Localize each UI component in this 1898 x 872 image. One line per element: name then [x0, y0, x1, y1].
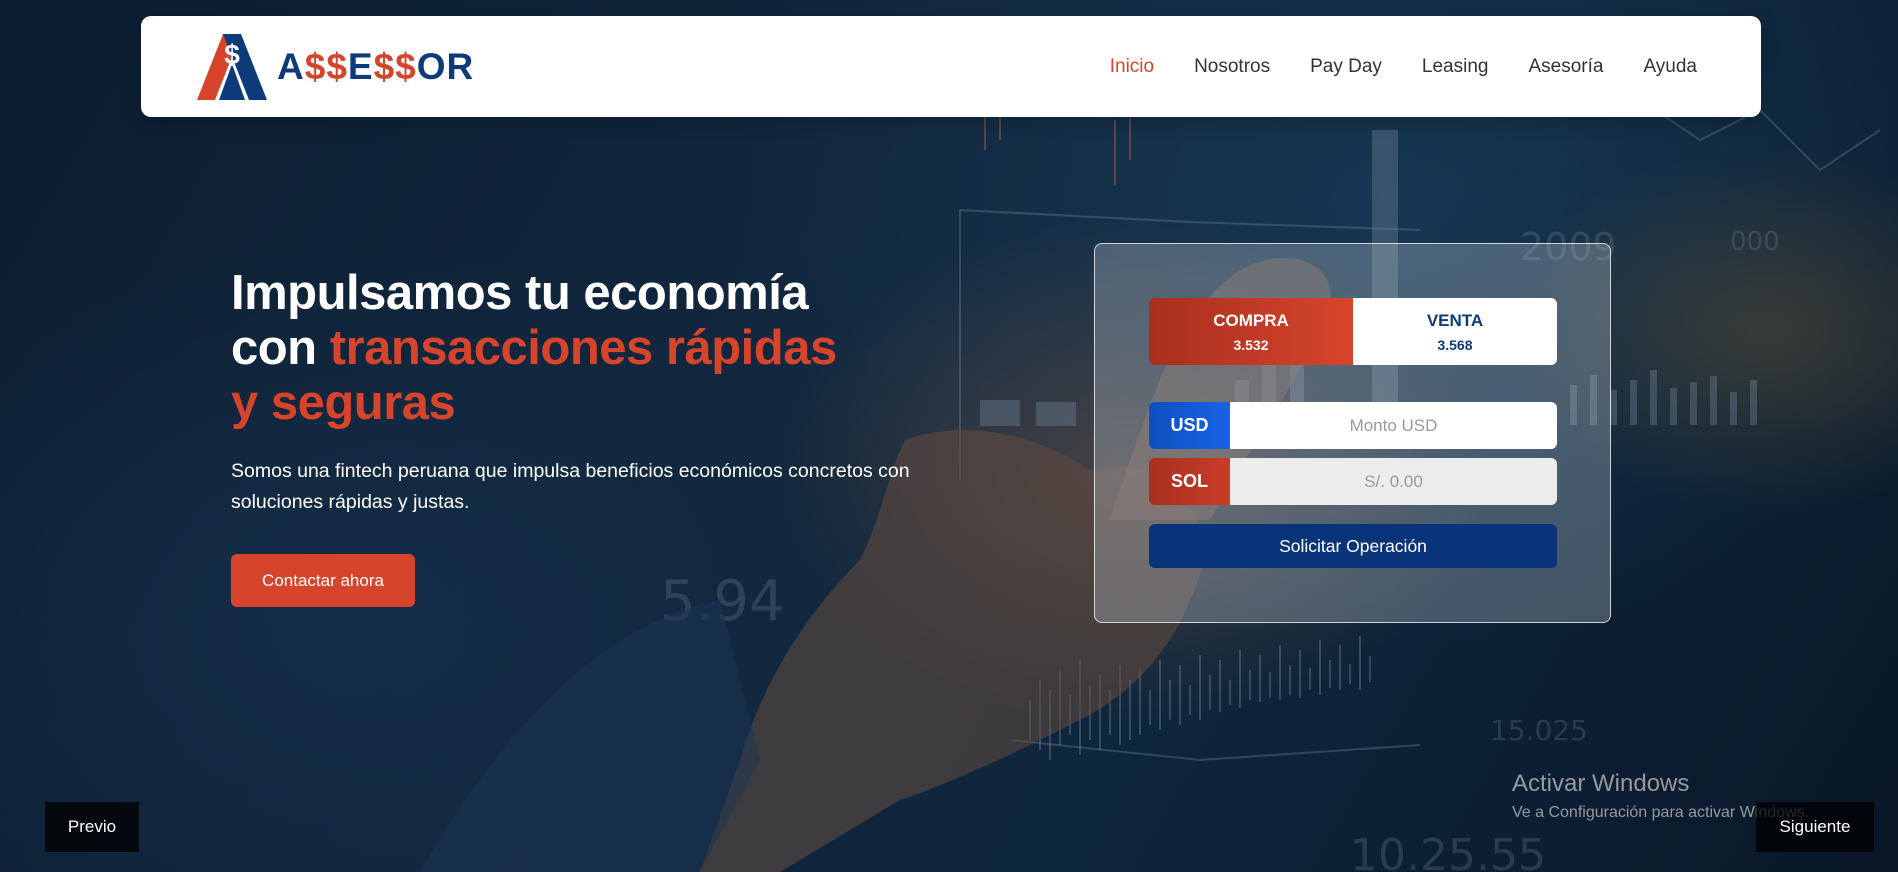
- sol-currency-label: SOL: [1149, 458, 1230, 505]
- contact-now-button[interactable]: Contactar ahora: [231, 554, 415, 607]
- usd-field-group: USD: [1149, 402, 1557, 449]
- carousel-prev-button[interactable]: Previo: [45, 802, 139, 852]
- venta-rate: 3.568: [1437, 336, 1473, 353]
- sol-field-group: SOL: [1149, 458, 1557, 505]
- hero-title-line1: Impulsamos tu economía: [231, 266, 809, 320]
- nav-item-inicio[interactable]: Inicio: [1110, 56, 1154, 78]
- hero-title: Impulsamos tu economía con transacciones…: [231, 266, 951, 431]
- hero-background: 2009 5.94 10.25.55 000 15.025: [0, 0, 1898, 872]
- nav-item-asesoria[interactable]: Asesoría: [1528, 56, 1603, 78]
- usd-currency-label: USD: [1149, 402, 1230, 449]
- usd-amount-input[interactable]: [1230, 402, 1557, 449]
- nav-item-ayuda[interactable]: Ayuda: [1643, 56, 1697, 78]
- nav-item-nosotros[interactable]: Nosotros: [1194, 56, 1270, 78]
- compra-label: COMPRA: [1213, 310, 1289, 330]
- nav-item-pay-day[interactable]: Pay Day: [1310, 56, 1382, 78]
- sol-amount-input[interactable]: [1230, 458, 1557, 505]
- nav-item-leasing[interactable]: Leasing: [1422, 56, 1489, 78]
- hero-title-accent: transacciones rápidas: [329, 321, 837, 375]
- navbar: $ A$$E$$OR Inicio Nosotros Pay Day Leasi…: [141, 16, 1761, 117]
- hero-subtitle: Somos una fintech peruana que impulsa be…: [231, 460, 910, 513]
- hero-title-prefix: con: [231, 321, 330, 375]
- brand-logo-icon: $: [197, 33, 267, 100]
- compra-rate: 3.532: [1233, 336, 1269, 353]
- request-operation-button[interactable]: Solicitar Operación: [1149, 524, 1557, 568]
- brand-logo[interactable]: $ A$$E$$OR: [197, 33, 475, 100]
- exchange-card: COMPRA 3.532 VENTA 3.568 USD SOL Solicit…: [1094, 243, 1611, 623]
- tab-venta[interactable]: VENTA 3.568: [1353, 298, 1557, 365]
- carousel-next-button[interactable]: Siguiente: [1756, 802, 1874, 852]
- svg-text:$: $: [224, 39, 240, 70]
- venta-label: VENTA: [1426, 310, 1484, 330]
- main-nav: Inicio Nosotros Pay Day Leasing Asesoría…: [1110, 56, 1697, 78]
- hero-title-accent-line3: y seguras: [231, 376, 456, 430]
- brand-wordmark: A$$E$$OR: [277, 45, 475, 87]
- rate-tabs: COMPRA 3.532 VENTA 3.568: [1149, 298, 1557, 365]
- watermark-title: Activar Windows: [1512, 770, 1690, 797]
- tab-compra[interactable]: COMPRA 3.532: [1149, 298, 1353, 365]
